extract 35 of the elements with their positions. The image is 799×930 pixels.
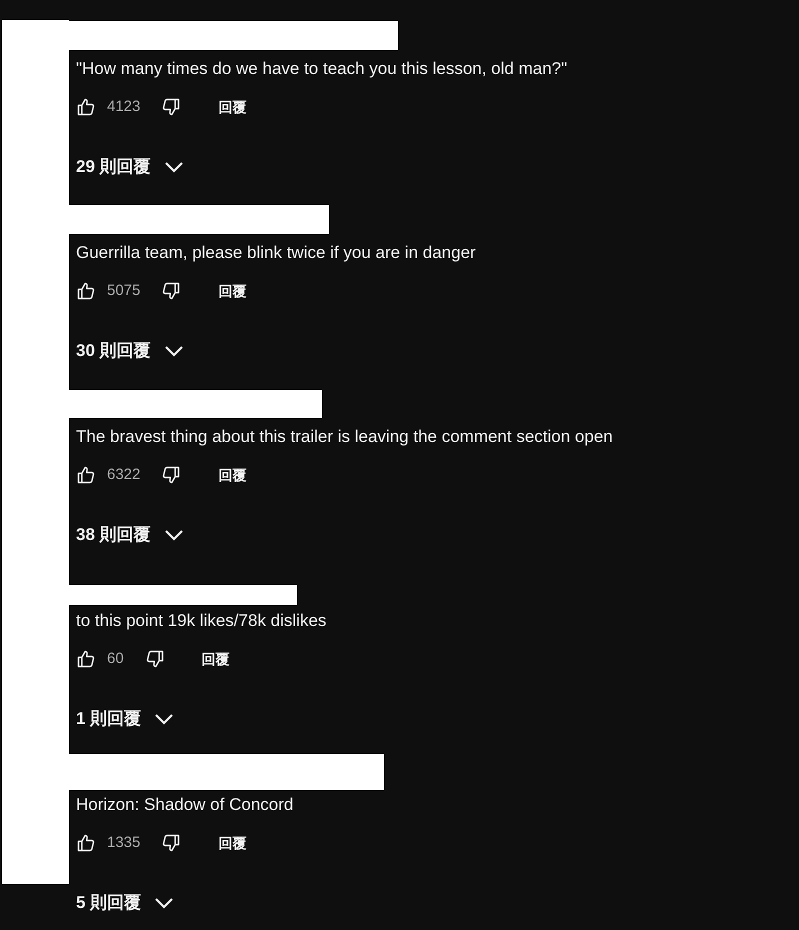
comment-text: Horizon: Shadow of Concord [76, 794, 294, 816]
reply-button[interactable]: 回覆 [218, 96, 246, 118]
reply-button[interactable]: 回覆 [218, 832, 246, 854]
thumbs-up-icon[interactable] [76, 465, 96, 485]
chevron-down-icon [155, 713, 174, 725]
thumbs-up-icon[interactable] [76, 281, 96, 301]
view-replies-button[interactable]: 5 則回覆 [76, 892, 174, 914]
thumbs-down-icon[interactable] [161, 281, 182, 301]
like-count: 1335 [107, 832, 140, 853]
thumbs-up-icon[interactable] [76, 833, 96, 853]
like-count: 6322 [107, 464, 140, 485]
thumbs-down-icon[interactable] [161, 97, 182, 117]
chevron-down-icon [164, 345, 183, 357]
comment-text: The bravest thing about this trailer is leaving the comment section open [76, 426, 613, 448]
comment-text: to this point 19k likes/78k dislikes [76, 610, 326, 632]
thumbs-down-icon[interactable] [161, 833, 182, 853]
view-replies-button[interactable]: 38 則回覆 [76, 524, 183, 546]
like-count: 4123 [107, 96, 140, 117]
view-replies-button[interactable]: 30 則回覆 [76, 340, 183, 362]
reply-button[interactable]: 回覆 [202, 648, 230, 670]
thumbs-up-icon[interactable] [76, 97, 96, 117]
chevron-down-icon [164, 161, 183, 173]
thumbs-down-icon[interactable] [144, 649, 165, 669]
reply-button[interactable]: 回覆 [218, 280, 246, 302]
comment-text: "How many times do we have to teach you this lesson, old man?" [76, 58, 568, 80]
view-replies-button[interactable]: 1 則回覆 [76, 708, 174, 730]
like-count: 5075 [107, 280, 140, 301]
reply-button[interactable]: 回覆 [218, 464, 246, 486]
thumbs-up-icon[interactable] [76, 649, 96, 669]
chevron-down-icon [155, 897, 174, 909]
chevron-down-icon [164, 529, 183, 541]
thumbs-down-icon[interactable] [161, 465, 182, 485]
view-replies-button[interactable]: 29 則回覆 [76, 156, 183, 178]
comment-text: Guerrilla team, please blink twice if you are in danger [76, 242, 476, 264]
like-count: 60 [107, 648, 124, 669]
